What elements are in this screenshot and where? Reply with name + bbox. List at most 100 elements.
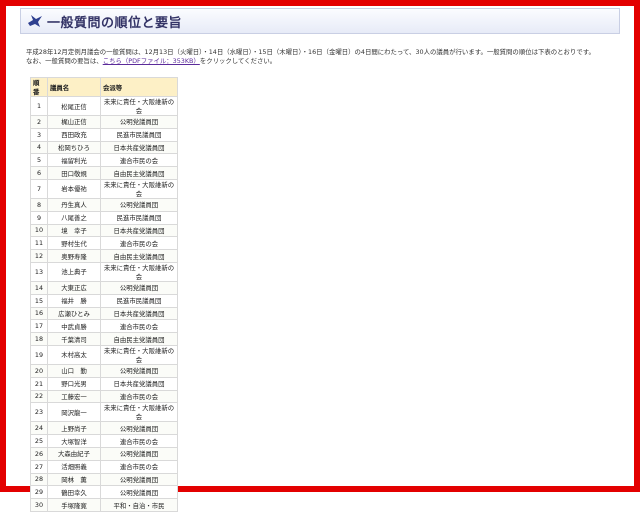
- name-cell: 山口 勤: [47, 363, 101, 378]
- name-cell: 福留利光: [47, 153, 101, 168]
- order-cell: 7: [30, 178, 48, 199]
- order-cell: 29: [30, 485, 48, 500]
- order-cell: 3: [30, 127, 48, 142]
- order-cell: 4: [30, 140, 48, 155]
- table-row: 24 上野尚子 公明党議員団: [30, 421, 178, 436]
- name-cell: 岡林 薫: [47, 472, 101, 487]
- table-row: 30 手塚隆寛 平和・自治・市民: [30, 498, 178, 512]
- table-row: 15 福井 勝民進市民議員団: [30, 293, 178, 308]
- name-cell: 広瀬ひとみ: [47, 306, 101, 321]
- name-cell: 梶山正信: [47, 115, 101, 129]
- group-cell: 連合市民の会: [100, 153, 178, 168]
- order-cell: 13: [30, 261, 48, 282]
- table-row: 27 活畑照義 連合市民の会: [30, 459, 178, 474]
- table-row: 25 大塚智洋 連合市民の会: [30, 434, 178, 448]
- order-cell: 11: [30, 236, 48, 251]
- name-cell: 木村高太: [47, 344, 101, 365]
- name-cell: 松岡ちひろ: [47, 140, 101, 155]
- table-row: 11 野村生代 連合市民の会: [30, 236, 178, 251]
- intro-line-2: なお、一般質問の要旨は、こちら（PDFファイル：353KB）をクリックしてくださ…: [26, 57, 622, 66]
- group-cell: 民進市民議員団: [100, 127, 178, 142]
- header-order: 順番: [30, 77, 48, 97]
- name-cell: 活畑照義: [47, 459, 101, 474]
- name-cell: 境 幸子: [47, 223, 101, 238]
- order-cell: 30: [30, 498, 48, 512]
- order-cell: 20: [30, 363, 48, 378]
- table-row: 26 大森由紀子 公明党議員団: [30, 446, 178, 461]
- group-cell: 公明党議員団: [100, 446, 178, 461]
- table-row: 7 岩本優祐 未来に責任・大阪維新の会: [30, 178, 178, 199]
- order-cell: 6: [30, 166, 48, 180]
- group-cell: 民進市民議員団: [100, 293, 178, 308]
- group-cell: 公明党議員団: [100, 280, 178, 295]
- name-cell: 野村生代: [47, 236, 101, 251]
- order-cell: 12: [30, 249, 48, 263]
- table-row: 4 松岡ちひろ 日本共産党議員団: [30, 140, 178, 155]
- table-row: 21 野口光男 日本共産党議員団: [30, 376, 178, 391]
- name-cell: 池上典子: [47, 261, 101, 282]
- order-cell: 27: [30, 459, 48, 474]
- group-cell: 未来に責任・大阪維新の会: [100, 261, 178, 282]
- table-row: 28 岡林 薫公明党議員団: [30, 472, 178, 487]
- group-cell: 未来に責任・大阪維新の会: [100, 96, 178, 116]
- group-cell: 日本共産党議員団: [100, 376, 178, 391]
- order-cell: 2: [30, 115, 48, 129]
- name-cell: 大塚智洋: [47, 434, 101, 448]
- name-cell: 岡沢龍一: [47, 402, 101, 423]
- table-row: 14 大東正広 公明党議員団: [30, 280, 178, 295]
- group-cell: 日本共産党議員団: [100, 140, 178, 155]
- name-cell: 鶴田幸久: [47, 485, 101, 500]
- table-row: 22 工藤宏一 連合市民の会: [30, 389, 178, 404]
- table-row: 8 丹生真人 公明党議員団: [30, 197, 178, 212]
- name-cell: 上野尚子: [47, 421, 101, 436]
- name-cell: 丹生真人: [47, 197, 101, 212]
- name-cell: 手塚隆寛: [47, 498, 101, 512]
- table-row: 16 広瀬ひとみ 日本共産党議員団: [30, 306, 178, 321]
- group-cell: 公明党議員団: [100, 363, 178, 378]
- order-cell: 26: [30, 446, 48, 461]
- order-cell: 17: [30, 319, 48, 334]
- group-cell: 未来に責任・大阪維新の会: [100, 178, 178, 199]
- table-row: 2 梶山正信 公明党議員団: [30, 115, 178, 129]
- table-row: 23 岡沢龍一 未来に責任・大阪維新の会: [30, 402, 178, 423]
- name-cell: 八尾善之: [47, 210, 101, 225]
- group-cell: 日本共産党議員団: [100, 306, 178, 321]
- table-row: 20 山口 勤公明党議員団: [30, 363, 178, 378]
- order-cell: 28: [30, 472, 48, 487]
- page-title: 一般質問の順位と要旨: [47, 15, 183, 31]
- order-cell: 19: [30, 344, 48, 365]
- table-row: 19 木村高太 未来に責任・大阪維新の会: [30, 344, 178, 365]
- group-cell: 公明党議員団: [100, 197, 178, 212]
- name-cell: 千葉清司: [47, 332, 101, 346]
- group-cell: 公明党議員団: [100, 472, 178, 487]
- order-cell: 23: [30, 402, 48, 423]
- table-row: 5 福留利光 連合市民の会: [30, 153, 178, 168]
- header-group: 会派等: [100, 77, 178, 97]
- pdf-link[interactable]: こちら（PDFファイル：353KB）: [103, 57, 200, 65]
- group-cell: 連合市民の会: [100, 319, 178, 334]
- name-cell: 岩本優祐: [47, 178, 101, 199]
- header-name: 議員名: [47, 77, 101, 97]
- name-cell: 工藤宏一: [47, 389, 101, 404]
- order-cell: 9: [30, 210, 48, 225]
- table-row: 17 中武貞勝 連合市民の会: [30, 319, 178, 334]
- group-cell: 日本共産党議員団: [100, 223, 178, 238]
- group-cell: 公明党議員団: [100, 115, 178, 129]
- member-order-table: 順番 議員名 会派等 1 松尾正信 未来に責任・大阪維新の会 2 梶山正信 公明党議員団 3…: [30, 77, 178, 512]
- group-cell: 未来に責任・大阪維新の会: [100, 344, 178, 365]
- name-cell: 松尾正信: [47, 96, 101, 116]
- table-row: 3 西田政充 民進市民議員団: [30, 127, 178, 142]
- intro-line-1: 平成28年12月定例月議会の一般質問は、12月13日（火曜日）・14日（水曜日）…: [26, 48, 595, 56]
- intro-suffix: をクリックしてください。: [199, 57, 277, 66]
- table-row: 13 池上典子 未来に責任・大阪維新の会: [30, 261, 178, 282]
- group-cell: 未来に責任・大阪維新の会: [100, 402, 178, 423]
- order-cell: 15: [30, 293, 48, 308]
- name-cell: 奥野寿隆: [47, 249, 101, 263]
- intro-text: 平成28年12月定例月議会の一般質問は、12月13日（火曜日）・14日（水曜日）…: [26, 48, 622, 66]
- group-cell: 連合市民の会: [100, 236, 178, 251]
- table-row: 29 鶴田幸久 公明党議員団: [30, 485, 178, 500]
- group-cell: 連合市民の会: [100, 459, 178, 474]
- order-cell: 21: [30, 376, 48, 391]
- group-cell: 自由民主党議員団: [100, 249, 178, 263]
- table-row: 6 田口敬規 自由民主党議員団: [30, 166, 178, 180]
